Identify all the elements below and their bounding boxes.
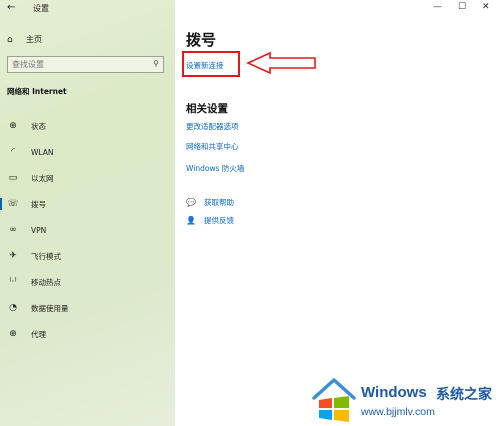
sidebar-nav: ⊕ 状态 ◜ WLAN ▭ 以太网 ☏ 拨号 ∞ VPN ✈ 飞行模式 ⁽·⁾ …	[0, 113, 175, 347]
sidebar-item-home[interactable]: ⌂ 主页	[7, 34, 42, 45]
proxy-globe-icon: ⊕	[9, 329, 17, 339]
watermark-cn-text: 系统之家	[436, 387, 492, 403]
search-input[interactable]	[8, 57, 148, 72]
sidebar-item-label: 状态	[31, 121, 46, 131]
sidebar-item-label: 拨号	[31, 199, 46, 209]
watermark-url: www.bjjmlv.com	[361, 406, 435, 418]
home-icon: ⌂	[7, 34, 13, 45]
windows-house-logo-icon	[312, 378, 356, 422]
search-box[interactable]: ⚲	[7, 56, 164, 73]
get-help-row[interactable]: 💬 获取帮助	[186, 197, 234, 208]
sidebar-item-label: 数据使用量	[31, 303, 69, 313]
watermark: Windows 系统之家 www.bjjmlv.com	[311, 376, 500, 426]
vpn-icon: ∞	[9, 225, 17, 235]
windows-firewall-link[interactable]: Windows 防火墙	[186, 163, 244, 174]
sidebar-item-label: WLAN	[31, 147, 54, 157]
maximize-icon[interactable]: ☐	[458, 2, 466, 12]
sidebar-item-hotspot[interactable]: ⁽·⁾ 移动热点	[0, 269, 175, 295]
annotation-arrow-icon	[246, 51, 316, 75]
sidebar-item-label: 以太网	[31, 173, 54, 183]
main-panel: — ☐ ✕ 拨号 设置新连接 相关设置 更改适配器选项 网络和共享中心 Wind…	[175, 0, 500, 426]
sidebar-item-label: VPN	[31, 225, 47, 235]
setup-new-connection-link[interactable]: 设置新连接	[186, 60, 224, 71]
airplane-icon: ✈	[9, 251, 17, 261]
settings-sidebar: ← 设置 ⌂ 主页 ⚲ 网络和 Internet ⊕ 状态 ◜ WLAN ▭ 以…	[0, 0, 175, 426]
feedback-link[interactable]: 提供反馈	[204, 215, 234, 226]
minimize-icon[interactable]: —	[433, 2, 442, 12]
sidebar-item-label: 代理	[31, 329, 46, 339]
ethernet-icon: ▭	[8, 173, 18, 183]
get-help-link[interactable]: 获取帮助	[204, 197, 234, 208]
watermark-brand: Windows	[361, 384, 427, 401]
hotspot-icon: ⁽·⁾	[9, 277, 17, 287]
sidebar-item-wlan[interactable]: ◜ WLAN	[0, 139, 175, 165]
app-title: 设置	[33, 4, 49, 13]
wifi-icon: ◜	[11, 147, 15, 157]
sidebar-item-ethernet[interactable]: ▭ 以太网	[0, 165, 175, 191]
sidebar-item-label: 主页	[26, 35, 42, 44]
sidebar-item-label: 飞行模式	[31, 251, 61, 261]
feedback-row[interactable]: 👤 提供反馈	[186, 215, 234, 226]
sidebar-item-dialup[interactable]: ☏ 拨号	[0, 191, 175, 217]
search-icon[interactable]: ⚲	[153, 59, 159, 68]
data-usage-icon: ◔	[9, 303, 17, 313]
title-bar: ← 设置	[0, 0, 175, 18]
sidebar-item-proxy[interactable]: ⊕ 代理	[0, 321, 175, 347]
related-settings-heading: 相关设置	[186, 103, 228, 115]
chat-bubble-icon: 💬	[186, 198, 196, 207]
section-title: 网络和 Internet	[7, 87, 67, 96]
sidebar-item-status[interactable]: ⊕ 状态	[0, 113, 175, 139]
change-adapter-options-link[interactable]: 更改适配器选项	[186, 121, 239, 132]
sidebar-item-label: 移动热点	[31, 277, 61, 287]
sidebar-item-data-usage[interactable]: ◔ 数据使用量	[0, 295, 175, 321]
feedback-person-icon: 👤	[186, 216, 196, 225]
back-arrow-icon[interactable]: ←	[7, 2, 15, 13]
close-icon[interactable]: ✕	[482, 2, 490, 12]
sidebar-item-airplane[interactable]: ✈ 飞行模式	[0, 243, 175, 269]
dialup-phone-icon: ☏	[7, 199, 19, 209]
status-globe-icon: ⊕	[9, 121, 17, 131]
page-title: 拨号	[186, 31, 217, 49]
network-sharing-center-link[interactable]: 网络和共享中心	[186, 141, 239, 152]
sidebar-item-vpn[interactable]: ∞ VPN	[0, 217, 175, 243]
